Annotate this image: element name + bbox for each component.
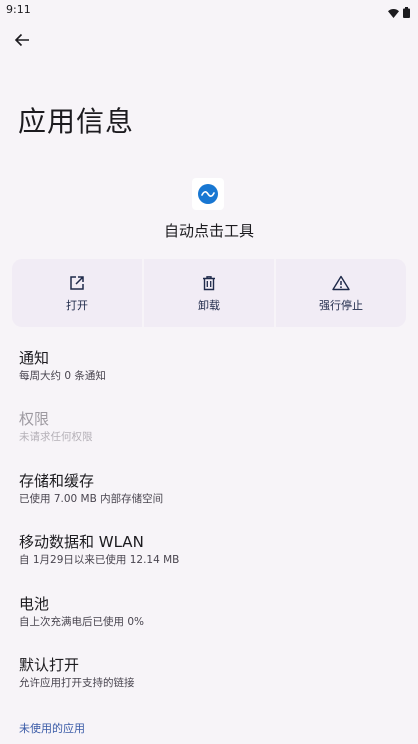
- open-button[interactable]: 打开: [12, 259, 142, 327]
- notifications-item[interactable]: 通知 每周大约 0 条通知: [0, 335, 418, 397]
- settings-list: 通知 每周大约 0 条通知 权限 未请求任何权限 存储和缓存 已使用 7.00 …: [0, 335, 418, 704]
- status-bar: 9:11: [0, 0, 418, 20]
- unused-apps-section-header: 未使用的应用: [19, 722, 85, 735]
- storage-item[interactable]: 存储和缓存 已使用 7.00 MB 内部存储空间: [0, 458, 418, 520]
- setting-summary: 允许应用打开支持的链接: [19, 677, 135, 690]
- uninstall-button-label: 卸载: [198, 299, 220, 312]
- status-icons: [388, 3, 410, 22]
- uninstall-button[interactable]: 卸载: [144, 259, 274, 327]
- back-button[interactable]: [8, 28, 36, 56]
- setting-title: 移动数据和 WLAN: [19, 533, 144, 552]
- page-title: 应用信息: [18, 105, 135, 138]
- setting-title: 权限: [19, 410, 50, 429]
- setting-summary: 自上次充满电后已使用 0%: [19, 615, 144, 628]
- battery-item[interactable]: 电池 自上次充满电后已使用 0%: [0, 581, 418, 643]
- setting-summary: 未请求任何权限: [19, 431, 93, 444]
- wave-icon: [198, 184, 218, 204]
- setting-title: 通知: [19, 348, 50, 367]
- open-by-default-item[interactable]: 默认打开 允许应用打开支持的链接: [0, 643, 418, 705]
- warning-icon: [331, 273, 351, 293]
- force-stop-button-label: 强行停止: [319, 299, 363, 312]
- wifi-icon: [388, 3, 399, 22]
- setting-title: 默认打开: [19, 656, 80, 675]
- permissions-item: 权限 未请求任何权限: [0, 397, 418, 459]
- setting-summary: 自 1月29日以来已使用 12.14 MB: [19, 554, 180, 567]
- action-buttons: 打开 卸载 强行停止: [12, 259, 406, 327]
- setting-title: 电池: [19, 594, 50, 613]
- arrow-left-icon: [14, 32, 30, 52]
- setting-summary: 已使用 7.00 MB 内部存储空间: [19, 492, 164, 505]
- setting-title: 存储和缓存: [19, 471, 95, 490]
- status-time: 9:11: [6, 3, 31, 16]
- open-external-icon: [67, 273, 87, 293]
- app-icon: [192, 178, 224, 210]
- data-usage-item[interactable]: 移动数据和 WLAN 自 1月29日以来已使用 12.14 MB: [0, 520, 418, 582]
- battery-icon: [403, 3, 410, 22]
- open-button-label: 打开: [66, 299, 88, 312]
- force-stop-button[interactable]: 强行停止: [276, 259, 406, 327]
- app-name: 自动点击工具: [163, 222, 254, 240]
- trash-icon: [199, 273, 219, 293]
- setting-summary: 每周大约 0 条通知: [19, 369, 106, 382]
